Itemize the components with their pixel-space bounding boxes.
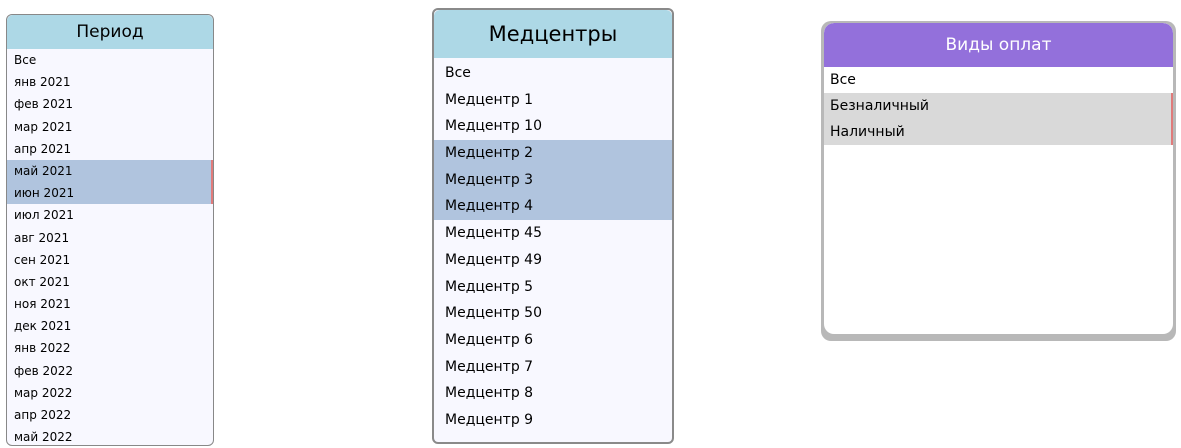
medcenters-item[interactable]: Медцентр 6 <box>434 327 672 354</box>
medcenters-slicer-title: Медцентры <box>434 10 672 58</box>
medcenters-item[interactable]: Медцентр 3 <box>434 166 672 194</box>
period-item[interactable]: май 2022 <box>7 426 213 445</box>
medcenters-item-list: Все Медцентр 1 Медцентр 10 Медцентр 2 Медцен… <box>434 58 672 434</box>
period-item[interactable]: июл 2021 <box>7 204 213 226</box>
medcenters-item[interactable]: Медцентр 5 <box>434 274 672 301</box>
payment-types-panel: Виды оплат Все Безналичный Наличный <box>824 23 1173 334</box>
period-slicer-title: Период <box>7 15 213 49</box>
medcenters-item[interactable]: Все <box>434 60 672 87</box>
period-item[interactable]: май 2021 <box>7 159 213 183</box>
period-item[interactable]: ноя 2021 <box>7 293 213 315</box>
period-item[interactable]: июн 2021 <box>7 182 213 205</box>
period-item[interactable]: янв 2022 <box>7 337 213 359</box>
medcenters-item[interactable]: Медцентр 7 <box>434 354 672 381</box>
payment_types-item[interactable]: Наличный <box>824 119 1173 145</box>
medcenters-item[interactable]: Медцентр 9 <box>434 407 672 434</box>
medcenters-item[interactable]: Медцентр 45 <box>434 220 672 247</box>
medcenters-item[interactable]: Медцентр 49 <box>434 247 672 274</box>
period-item[interactable]: сен 2021 <box>7 249 213 271</box>
period-item[interactable]: фев 2022 <box>7 360 213 382</box>
period-item[interactable]: апр 2021 <box>7 138 213 160</box>
medcenters-item[interactable]: Медцентр 8 <box>434 380 672 407</box>
period-item[interactable]: окт 2021 <box>7 271 213 293</box>
medcenters-item[interactable]: Медцентр 2 <box>434 140 672 167</box>
payment_types-item[interactable]: Безналичный <box>824 93 1173 119</box>
period-item[interactable]: апр 2022 <box>7 404 213 426</box>
period-item[interactable]: янв 2021 <box>7 71 213 93</box>
period-item[interactable]: авг 2021 <box>7 227 213 249</box>
period-item-list: Все янв 2021 фев 2021 мар 2021 апр 2021 май 2… <box>7 49 213 445</box>
medcenters-item[interactable]: Медцентр 1 <box>434 87 672 114</box>
payment-types-slicer-title: Виды оплат <box>824 23 1173 67</box>
medcenters-slicer: Медцентры Все Медцентр 1 Медцентр 10 Медцен… <box>432 8 674 444</box>
medcenters-item[interactable]: Медцентр 4 <box>434 193 672 221</box>
period-item[interactable]: фев 2021 <box>7 93 213 115</box>
payment_types-item[interactable]: Все <box>824 67 1173 93</box>
payment-types-item-list: Все Безналичный Наличный <box>824 67 1173 145</box>
medcenters-item[interactable]: Медцентр 10 <box>434 113 672 140</box>
period-item[interactable]: Все <box>7 49 213 71</box>
period-slicer: Период Все янв 2021 фев 2021 мар 2021 апр 20… <box>6 14 214 446</box>
period-item[interactable]: дек 2021 <box>7 315 213 337</box>
payment-types-slicer: Виды оплат Все Безналичный Наличный <box>821 21 1176 341</box>
medcenters-item[interactable]: Медцентр 50 <box>434 300 672 327</box>
period-item[interactable]: мар 2021 <box>7 116 213 138</box>
period-item[interactable]: мар 2022 <box>7 382 213 404</box>
